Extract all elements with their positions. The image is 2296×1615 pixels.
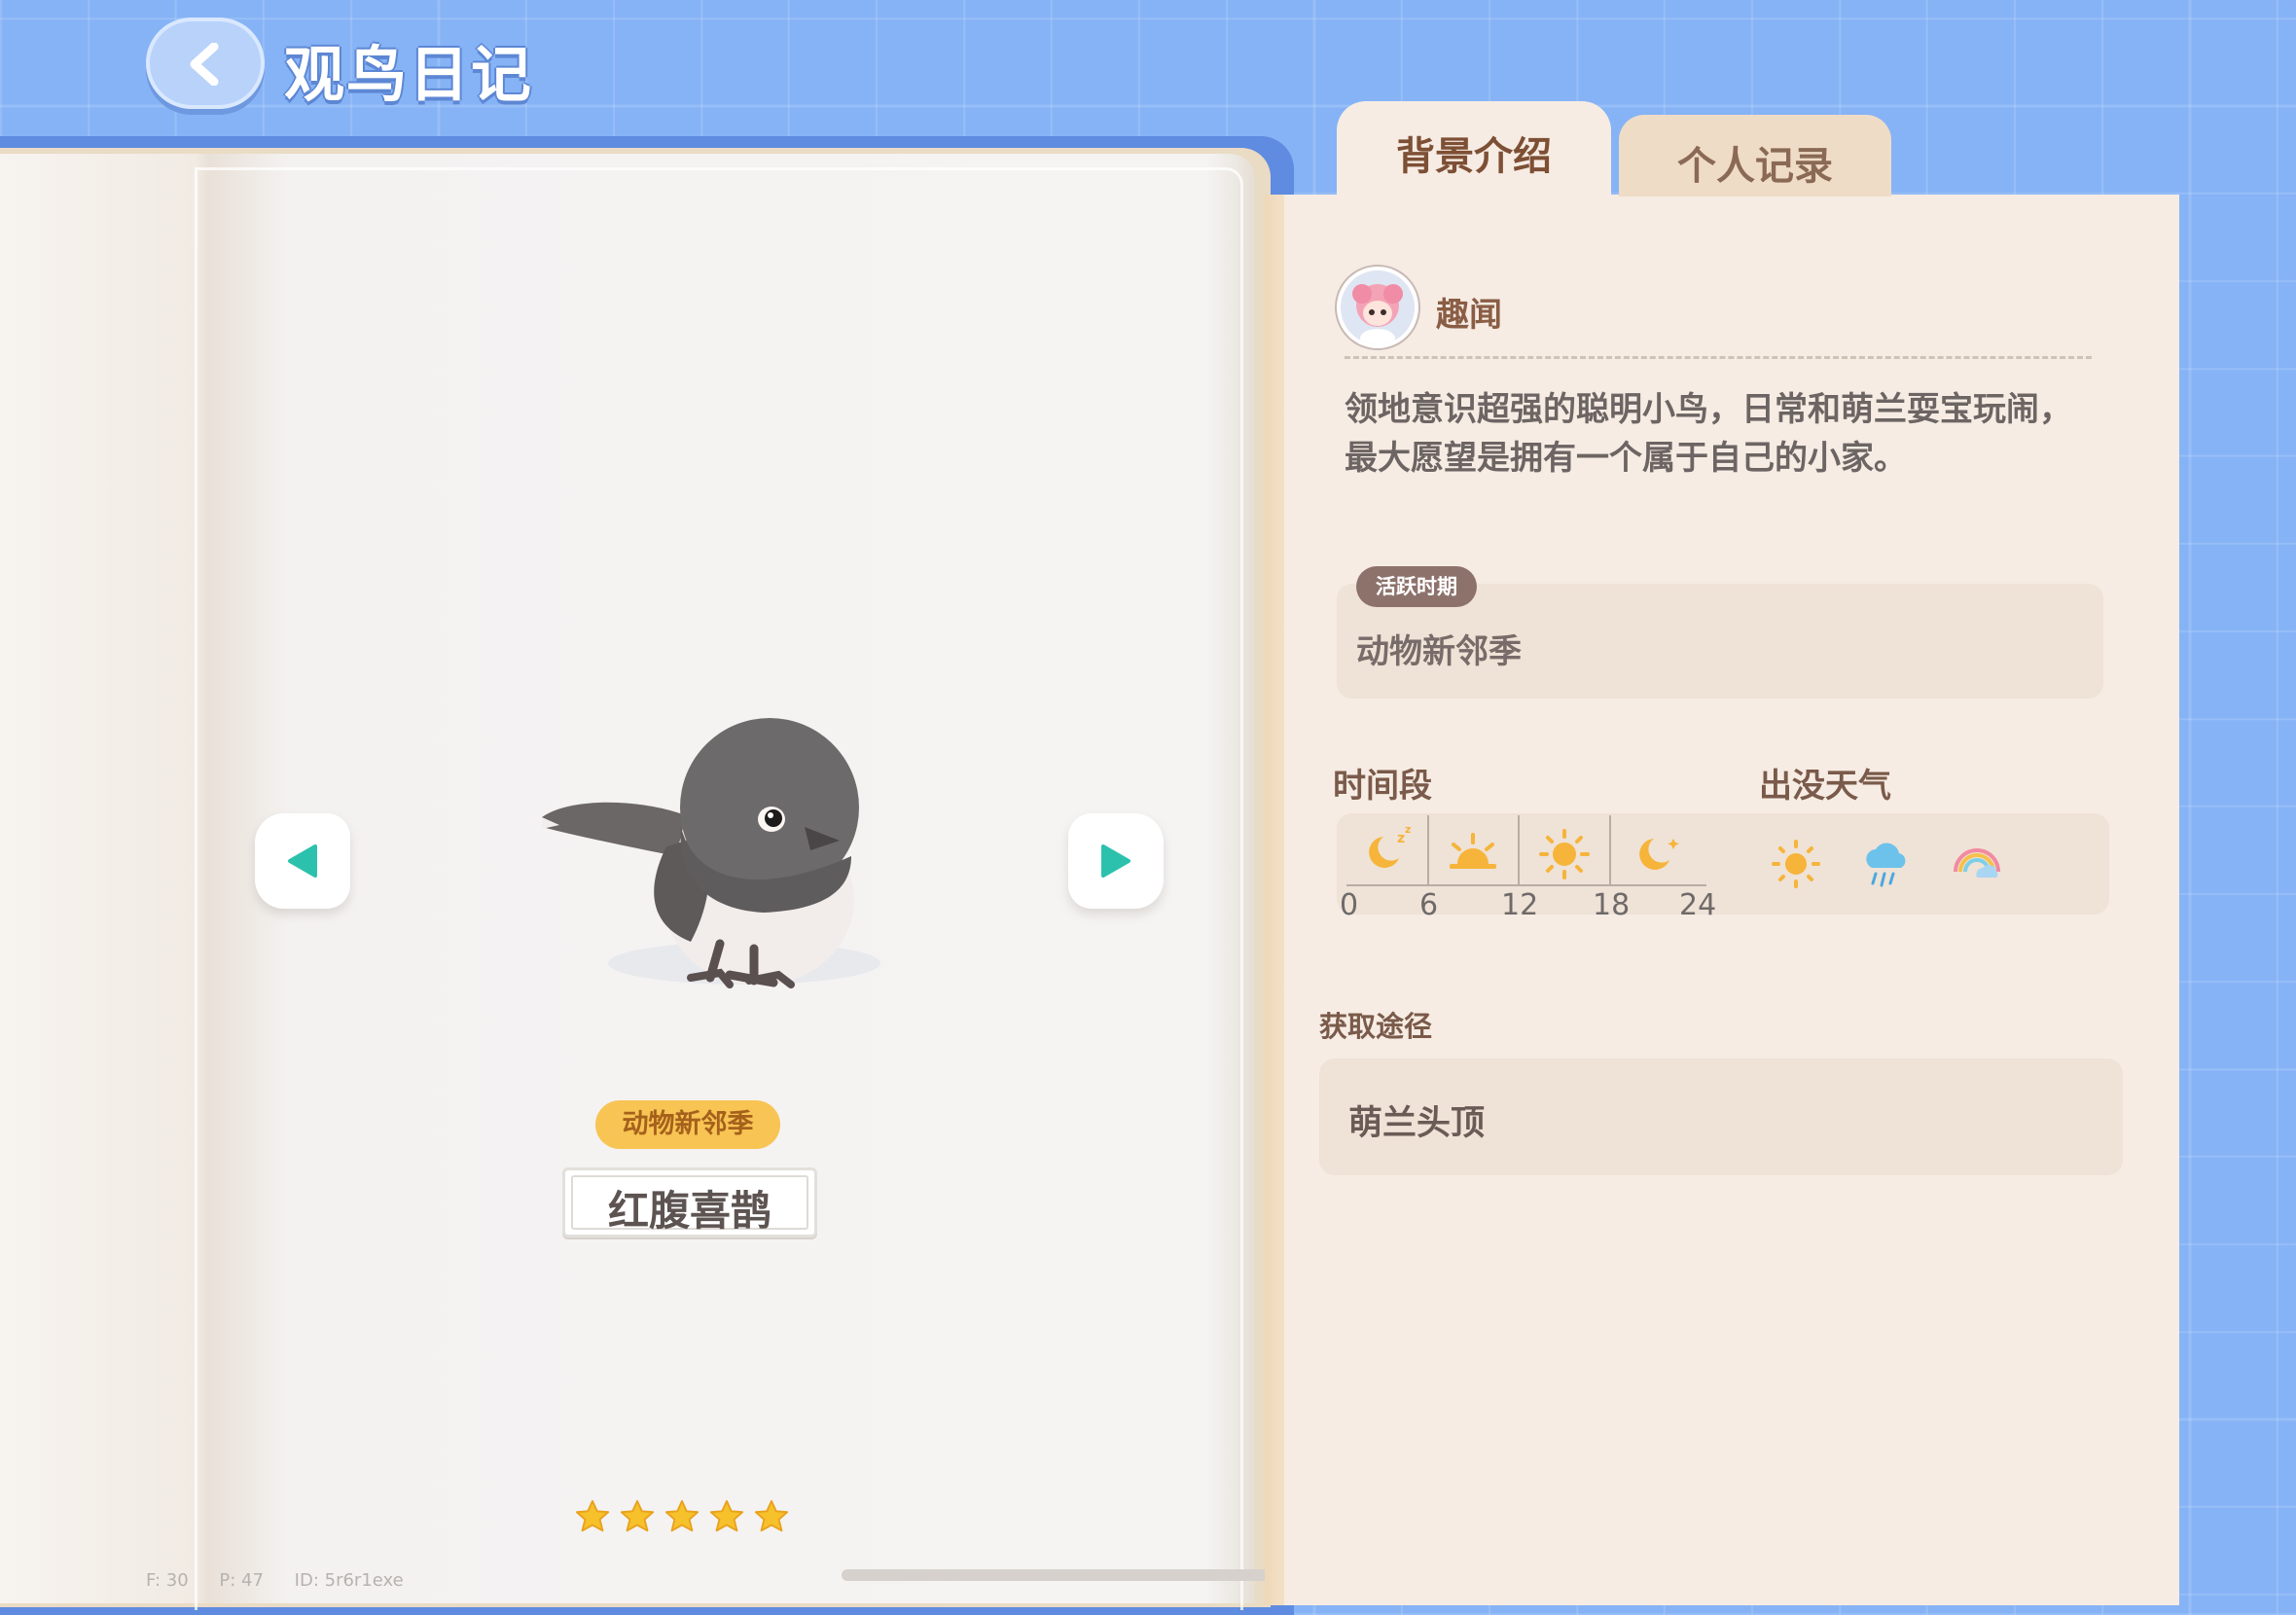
tab-background[interactable]: 背景介绍	[1337, 101, 1611, 198]
character-avatar-icon	[1341, 270, 1415, 344]
rating-stars	[574, 1498, 798, 1539]
tab-personal-record[interactable]: 个人记录	[1619, 115, 1891, 197]
time-period-timeline: z z 0 6 12 18 24	[1340, 815, 1716, 922]
triangle-right-icon	[1101, 844, 1130, 878]
weather-label: 出没天气	[1759, 767, 1891, 806]
time-tick-0: 0	[1340, 888, 1358, 922]
obtain-value: 萌兰头顶	[1348, 1104, 1486, 1143]
avatar	[1341, 270, 1415, 344]
tab-personal-record-label: 个人记录	[1677, 144, 1833, 189]
rainbow-icon	[1954, 848, 2000, 878]
sun-icon	[1539, 829, 1590, 879]
star-icon	[575, 1499, 610, 1532]
time-period-label: 时间段	[1333, 767, 1432, 806]
star-icon	[754, 1499, 789, 1532]
active-period-value: 动物新邻季	[1356, 632, 1522, 671]
moon-sleep-icon: z z	[1369, 823, 1411, 868]
triangle-left-icon	[288, 844, 317, 878]
svg-text:z: z	[1397, 831, 1405, 846]
previous-bird-button[interactable]	[255, 813, 350, 909]
time-tick-24: 24	[1679, 888, 1716, 922]
star-icon	[664, 1499, 700, 1532]
sunny-icon	[1772, 840, 1820, 888]
debug-ping: P: 47	[219, 1570, 264, 1591]
bird-illustration[interactable]	[530, 700, 900, 1002]
debug-info: F: 30 P: 47 ID: 5r6r1exe	[146, 1570, 429, 1591]
star-icon	[620, 1499, 655, 1532]
active-period-tag: 活跃时期	[1356, 566, 1477, 607]
debug-fps: F: 30	[146, 1570, 189, 1591]
tab-background-label: 背景介绍	[1396, 134, 1552, 179]
bird-name: 红腹喜鹊	[607, 1187, 771, 1235]
moon-icon	[1639, 839, 1679, 870]
trivia-text: 领地意识超强的聪明小鸟，日常和萌兰耍宝玩闹，最大愿望是拥有一个属于自己的小家。	[1345, 390, 2072, 478]
rain-icon	[1866, 843, 1906, 887]
trivia-label: 趣闻	[1436, 296, 1502, 335]
chevron-left-icon	[190, 43, 219, 86]
sunrise-icon	[1450, 833, 1496, 869]
time-tick-12: 12	[1501, 888, 1538, 922]
divider	[1345, 356, 2092, 359]
star-icon	[709, 1499, 744, 1532]
time-tick-18: 18	[1593, 888, 1630, 922]
svg-text:z: z	[1405, 823, 1411, 836]
page-title: 观鸟日记	[284, 39, 534, 110]
back-button[interactable]	[146, 18, 265, 109]
bird-season-tag: 动物新邻季	[595, 1100, 780, 1149]
time-tick-6: 6	[1419, 888, 1438, 922]
bird-name-plate: 红腹喜鹊	[562, 1167, 817, 1238]
debug-id: ID: 5r6r1exe	[294, 1570, 404, 1591]
next-bird-button[interactable]	[1068, 813, 1164, 909]
obtain-label: 获取途径	[1319, 1010, 1433, 1043]
